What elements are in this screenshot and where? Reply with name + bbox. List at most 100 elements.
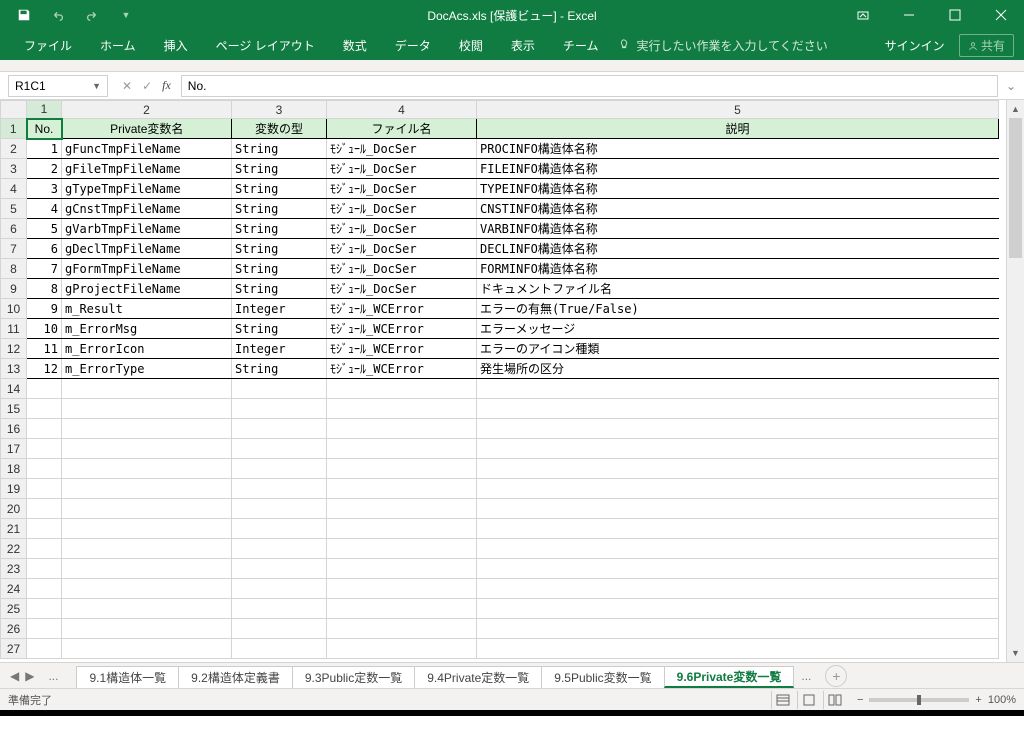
cell[interactable] [62, 459, 232, 479]
minimize-icon[interactable] [886, 0, 932, 30]
cell[interactable]: 8 [27, 279, 62, 299]
cancel-formula-icon[interactable]: ✕ [122, 79, 132, 93]
cell[interactable] [232, 559, 327, 579]
cell[interactable]: gFuncTmpFileName [62, 139, 232, 159]
qat-dropdown-icon[interactable]: ▼ [110, 3, 142, 27]
tell-me[interactable]: 実行したい作業を入力してください [618, 37, 827, 54]
cell[interactable] [477, 639, 999, 659]
cell[interactable] [232, 479, 327, 499]
sheet-tab[interactable]: 9.2構造体定義書 [178, 666, 293, 688]
cell[interactable]: Integer [232, 299, 327, 319]
sheet-nav-next-icon[interactable]: ▶ [25, 669, 34, 683]
cell[interactable] [27, 539, 62, 559]
cell[interactable] [232, 579, 327, 599]
cell[interactable] [477, 379, 999, 399]
cell[interactable] [232, 399, 327, 419]
cell[interactable] [232, 499, 327, 519]
cell[interactable]: FORMINFO構造体名称 [477, 259, 999, 279]
cell[interactable] [327, 499, 477, 519]
zoom-out-icon[interactable]: − [857, 694, 863, 706]
header-cell[interactable]: ファイル名 [327, 119, 477, 139]
row-header[interactable]: 10 [1, 299, 27, 319]
cell[interactable]: 6 [27, 239, 62, 259]
cell[interactable]: 発生場所の区分 [477, 359, 999, 379]
cell[interactable] [327, 479, 477, 499]
ribbon-tab[interactable]: 挿入 [150, 30, 202, 60]
share-button[interactable]: 共有 [959, 34, 1014, 57]
redo-icon[interactable] [76, 3, 108, 27]
cell[interactable]: ﾓｼﾞｭｰﾙ_WCError [327, 339, 477, 359]
sheet-tab[interactable]: 9.3Public定数一覧 [292, 666, 415, 688]
cell[interactable] [62, 639, 232, 659]
cell[interactable] [327, 419, 477, 439]
view-normal-icon[interactable] [771, 691, 795, 709]
scroll-up-icon[interactable]: ▲ [1007, 100, 1024, 118]
cell[interactable] [327, 599, 477, 619]
cell[interactable]: 7 [27, 259, 62, 279]
vertical-scrollbar[interactable]: ▲ ▼ [1006, 100, 1024, 662]
cell[interactable]: ﾓｼﾞｭｰﾙ_DocSer [327, 259, 477, 279]
ribbon-options-icon[interactable] [840, 0, 886, 30]
ribbon-tab[interactable]: データ [381, 30, 445, 60]
cell[interactable]: 10 [27, 319, 62, 339]
formula-bar[interactable]: No. [181, 75, 998, 97]
formula-expand-icon[interactable]: ⌄ [1006, 79, 1024, 93]
cell[interactable] [27, 439, 62, 459]
cell[interactable] [327, 519, 477, 539]
cell[interactable]: String [232, 179, 327, 199]
row-header[interactable]: 3 [1, 159, 27, 179]
cell[interactable]: 12 [27, 359, 62, 379]
cell[interactable] [477, 519, 999, 539]
cell[interactable] [327, 619, 477, 639]
col-header[interactable]: 5 [477, 101, 999, 119]
cell[interactable]: TYPEINFO構造体名称 [477, 179, 999, 199]
cell[interactable] [327, 579, 477, 599]
ribbon-tab[interactable]: チーム [549, 30, 613, 60]
cell[interactable]: CNSTINFO構造体名称 [477, 199, 999, 219]
cell[interactable] [232, 419, 327, 439]
zoom-slider[interactable] [869, 698, 969, 702]
cell[interactable]: ﾓｼﾞｭｰﾙ_DocSer [327, 159, 477, 179]
cell[interactable] [327, 379, 477, 399]
cell[interactable]: gFormTmpFileName [62, 259, 232, 279]
cell[interactable]: DECLINFO構造体名称 [477, 239, 999, 259]
row-header[interactable]: 7 [1, 239, 27, 259]
cell[interactable] [62, 599, 232, 619]
cell[interactable] [27, 579, 62, 599]
cell[interactable] [477, 439, 999, 459]
cell[interactable]: ﾓｼﾞｭｰﾙ_WCError [327, 359, 477, 379]
cell[interactable] [477, 579, 999, 599]
cell[interactable]: m_ErrorIcon [62, 339, 232, 359]
cell[interactable] [27, 379, 62, 399]
sheet-more-left[interactable]: ... [40, 669, 66, 683]
fx-icon[interactable]: fx [162, 78, 171, 93]
cell[interactable] [327, 459, 477, 479]
cell[interactable]: gFileTmpFileName [62, 159, 232, 179]
cell[interactable]: String [232, 239, 327, 259]
cell[interactable] [62, 419, 232, 439]
row-header[interactable]: 25 [1, 599, 27, 619]
cell[interactable] [477, 419, 999, 439]
cell[interactable] [62, 479, 232, 499]
cell[interactable]: String [232, 359, 327, 379]
sheet-more-right[interactable]: ... [793, 669, 819, 683]
cell[interactable] [62, 499, 232, 519]
row-header[interactable]: 11 [1, 319, 27, 339]
row-header[interactable]: 15 [1, 399, 27, 419]
cell[interactable] [232, 539, 327, 559]
cell[interactable] [27, 559, 62, 579]
cell[interactable]: ﾓｼﾞｭｰﾙ_DocSer [327, 239, 477, 259]
row-header[interactable]: 9 [1, 279, 27, 299]
accept-formula-icon[interactable]: ✓ [142, 79, 152, 93]
cell[interactable]: gDeclTmpFileName [62, 239, 232, 259]
cell[interactable]: 11 [27, 339, 62, 359]
cell[interactable] [232, 439, 327, 459]
cell[interactable]: ﾓｼﾞｭｰﾙ_DocSer [327, 279, 477, 299]
row-header[interactable]: 21 [1, 519, 27, 539]
cell[interactable] [232, 379, 327, 399]
cell[interactable] [477, 559, 999, 579]
cell[interactable] [62, 439, 232, 459]
cell[interactable]: PROCINFO構造体名称 [477, 139, 999, 159]
undo-icon[interactable] [42, 3, 74, 27]
cell[interactable] [327, 399, 477, 419]
